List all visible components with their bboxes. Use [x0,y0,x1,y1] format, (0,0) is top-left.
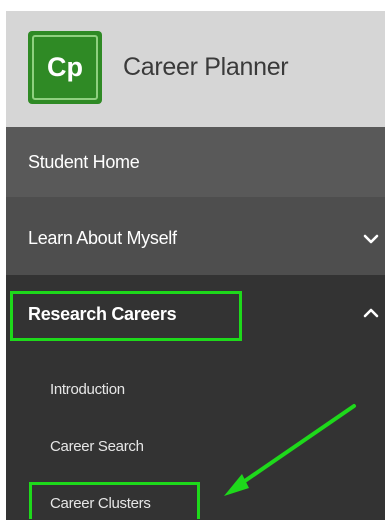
nav-item-label: Learn About Myself [28,228,177,248]
chevron-up-icon[interactable] [363,305,379,321]
app-title: Career Planner [123,53,289,81]
nav-item-learn-about-myself[interactable]: Learn About Myself [6,197,385,275]
sidebar-panel: Cp Career Planner Student Home Learn Abo… [6,11,385,520]
nav-subitem-introduction[interactable]: Introduction [50,381,125,398]
logo-mark: Cp [32,35,98,100]
nav-item-label: Student Home [28,152,140,172]
nav-item-student-home[interactable]: Student Home [6,127,385,197]
app-header: Cp Career Planner [6,11,385,127]
chevron-down-icon [363,234,379,244]
nav-subitem-career-search[interactable]: Career Search [50,438,144,455]
nav-group-research-careers: Research Careers Introduction Career Sea… [6,275,385,520]
app-logo[interactable]: Cp [28,31,102,104]
nav-item-research-careers[interactable]: Research Careers [28,304,177,325]
nav-subitem-career-clusters[interactable]: Career Clusters [50,495,151,512]
